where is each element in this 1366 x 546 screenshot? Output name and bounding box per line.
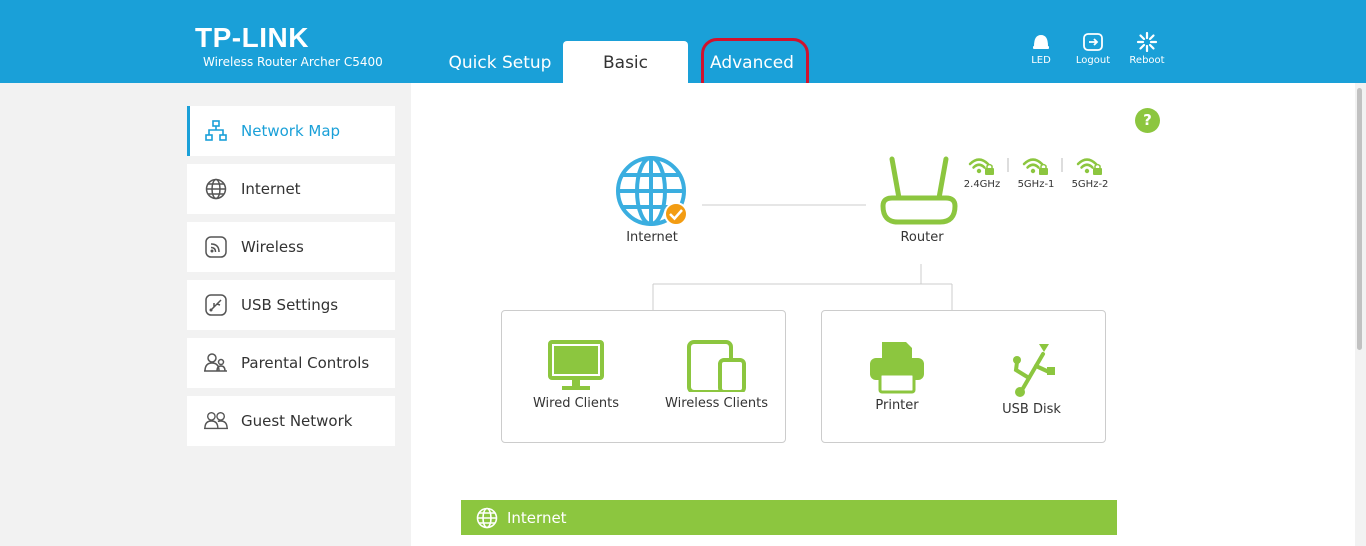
usb-disk-button[interactable]: USB Disk bbox=[999, 340, 1064, 417]
wired-clients-label: Wired Clients bbox=[532, 396, 620, 411]
devices-icon bbox=[686, 340, 746, 394]
wireless-clients-button[interactable]: Wireless Clients bbox=[665, 340, 768, 411]
wifi-lock-icon[interactable] bbox=[968, 155, 996, 177]
internet-node-label: Internet bbox=[626, 230, 678, 245]
wifi-lock-icon[interactable] bbox=[1076, 155, 1104, 177]
printer-label: Printer bbox=[875, 398, 919, 413]
globe-icon bbox=[476, 507, 498, 529]
internet-globe-icon[interactable] bbox=[614, 155, 690, 229]
band-label: 5GHz-2 bbox=[1071, 179, 1109, 190]
band-label: 5GHz-1 bbox=[1017, 179, 1055, 190]
internet-section-header[interactable]: Internet bbox=[461, 500, 1117, 535]
router-icon[interactable] bbox=[878, 156, 960, 226]
usb-disk-label: USB Disk bbox=[1002, 402, 1061, 417]
monitor-icon bbox=[548, 340, 604, 390]
printer-icon bbox=[870, 342, 924, 394]
usb-icon bbox=[1012, 344, 1055, 397]
section-title: Internet bbox=[507, 508, 567, 527]
band-label: 2.4GHz bbox=[963, 179, 1001, 190]
wireless-clients-label: Wireless Clients bbox=[665, 396, 768, 411]
wifi-lock-icon[interactable] bbox=[1022, 155, 1050, 177]
router-node-label: Router bbox=[900, 230, 944, 245]
printer-button[interactable]: Printer bbox=[862, 340, 932, 413]
network-map-diagram bbox=[652, 158, 1063, 310]
wired-clients-button[interactable]: Wired Clients bbox=[531, 340, 621, 411]
